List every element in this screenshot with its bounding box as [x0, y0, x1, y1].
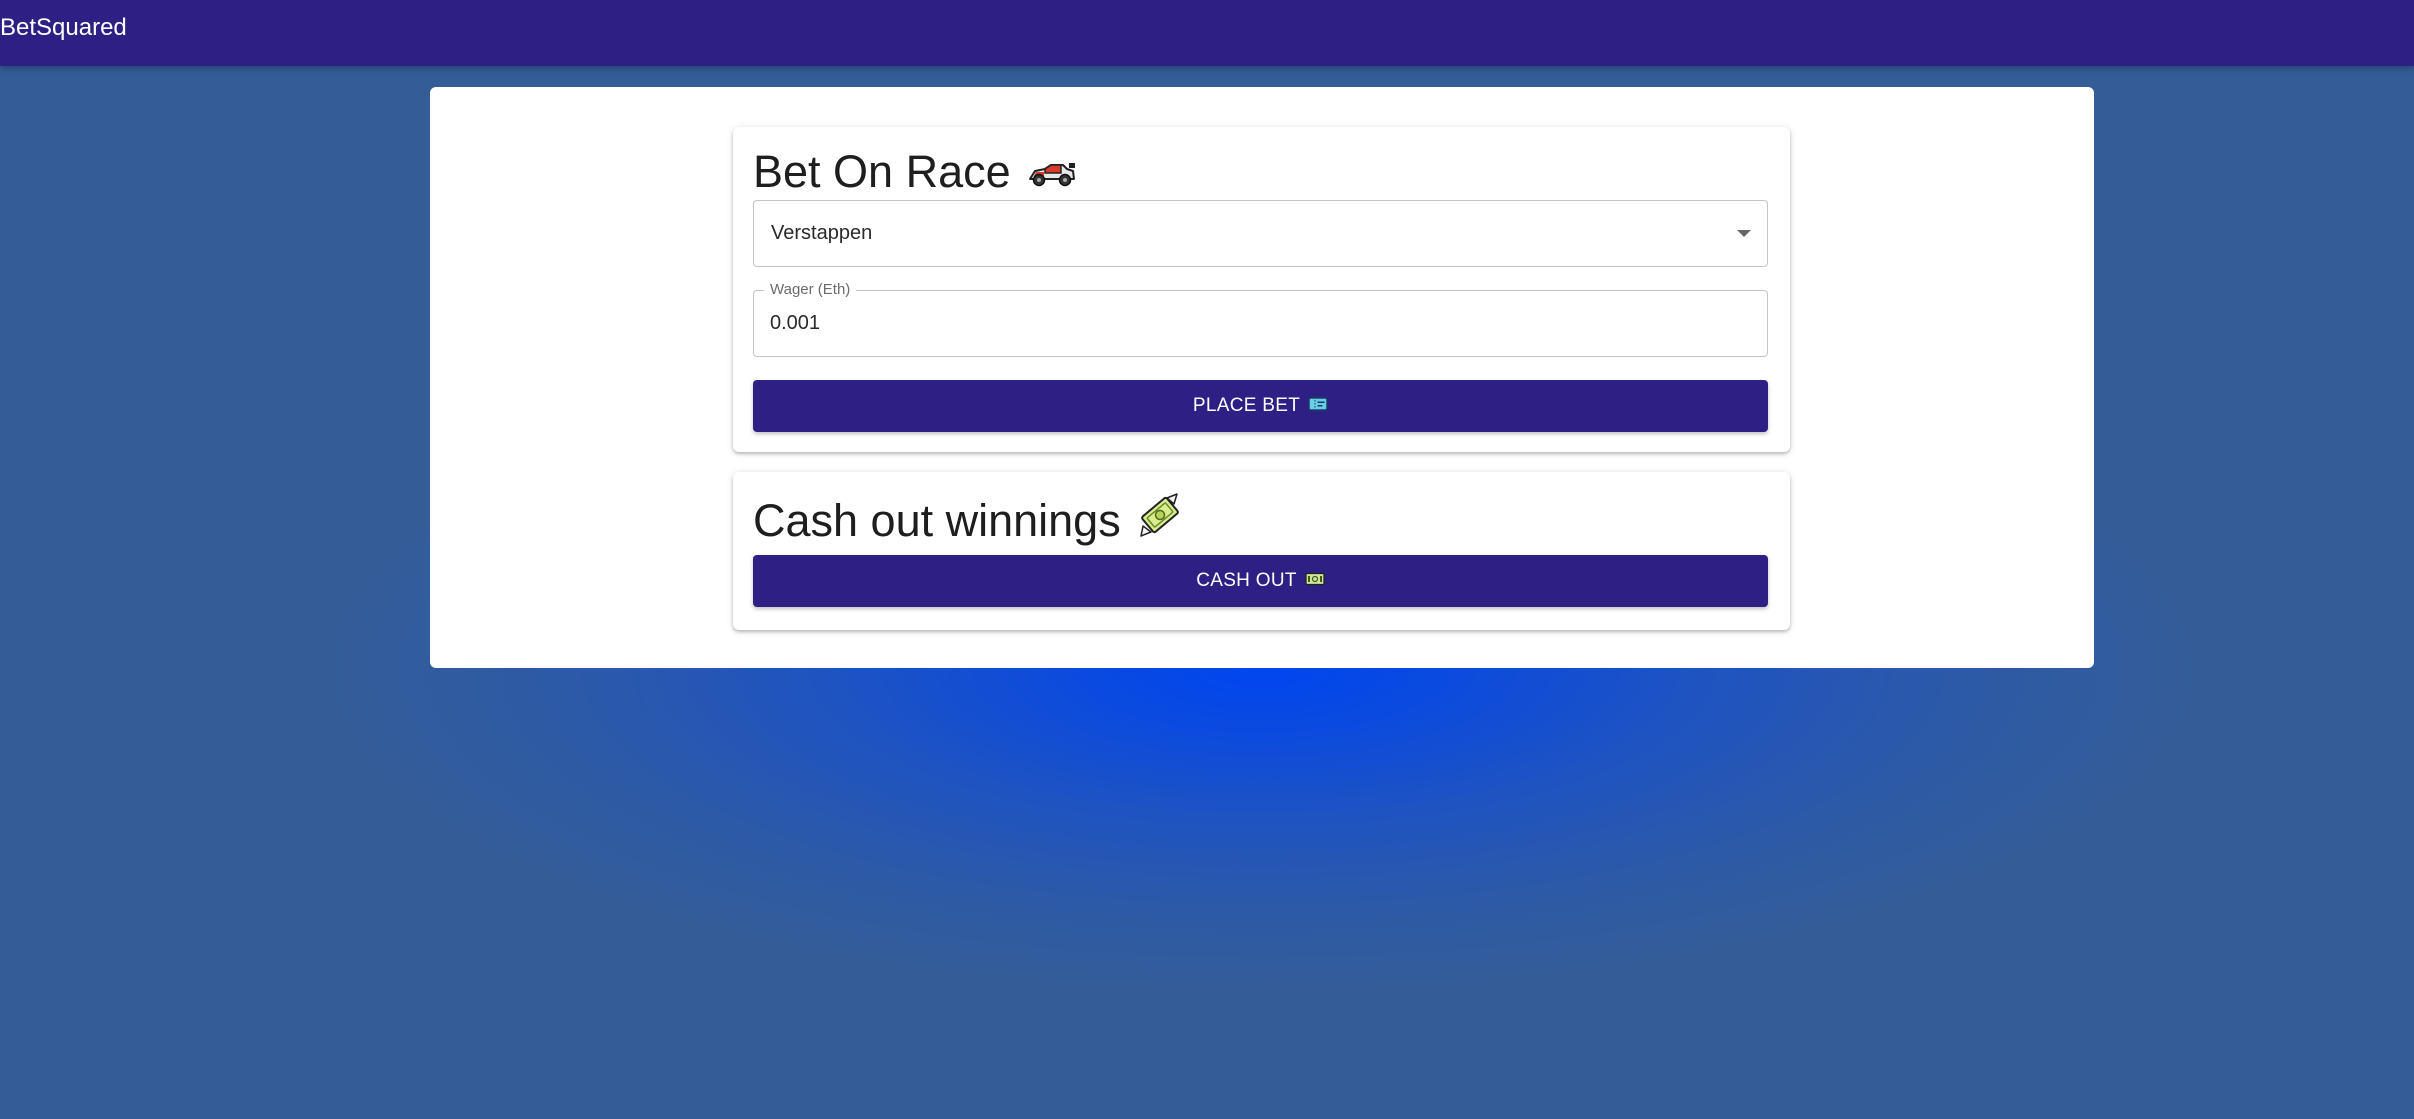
- bet-on-race-card: Bet On Race Verstappen Wager (Eth) 0.001…: [733, 127, 1790, 452]
- cash-out-button[interactable]: CASH OUT: [753, 555, 1768, 607]
- ticket-icon: [1308, 395, 1328, 417]
- cash-card-title: Cash out winnings: [753, 494, 1121, 546]
- driver-select[interactable]: Verstappen: [753, 200, 1768, 267]
- place-bet-button[interactable]: PLACE BET: [753, 380, 1768, 432]
- wager-input[interactable]: [770, 311, 1730, 335]
- wager-field-label: Wager (Eth): [764, 281, 857, 299]
- cash-out-card: Cash out winnings CASH OUT: [733, 472, 1790, 630]
- chevron-down-icon[interactable]: [1737, 230, 1751, 237]
- bet-card-heading: Bet On Race: [753, 146, 1077, 198]
- app-bar: BetSquared: [0, 0, 2414, 66]
- place-bet-button-label: PLACE BET: [1192, 395, 1301, 416]
- cash-card-heading: Cash out winnings: [753, 492, 1183, 549]
- cash-out-button-label: CASH OUT: [1196, 570, 1297, 591]
- wager-field[interactable]: Wager (Eth): [753, 281, 1768, 357]
- race-car-icon: [1027, 146, 1077, 198]
- banknote-icon: [1305, 570, 1325, 592]
- bet-card-title: Bet On Race: [753, 146, 1011, 197]
- driver-select-value: Verstappen: [771, 222, 873, 244]
- app-title: BetSquared: [0, 14, 127, 41]
- main-panel: Bet On Race Verstappen Wager (Eth) 0.001…: [430, 87, 2094, 668]
- money-with-wings-icon: [1137, 492, 1183, 549]
